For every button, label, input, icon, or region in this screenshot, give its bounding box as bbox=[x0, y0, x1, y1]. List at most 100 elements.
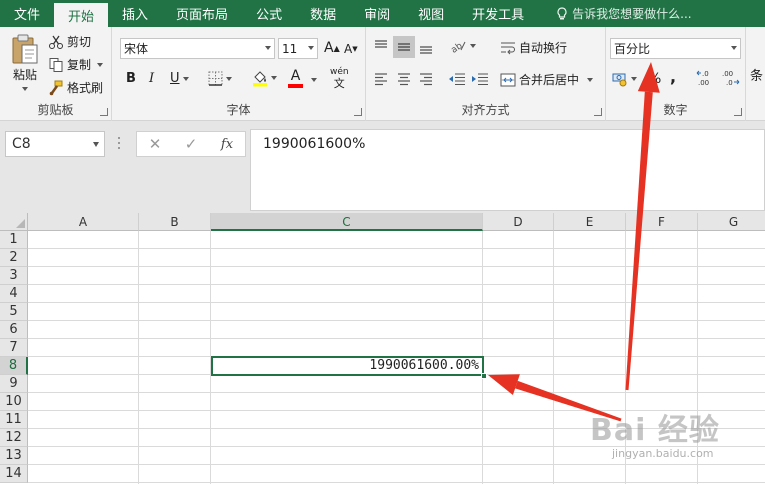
dialog-launcher-icon[interactable] bbox=[734, 108, 742, 116]
row-header-8[interactable]: 8 bbox=[0, 357, 28, 375]
increase-decimal-icon[interactable]: .0.00 bbox=[696, 69, 716, 87]
align-right-icon[interactable] bbox=[418, 71, 434, 87]
row-header-11[interactable]: 11 bbox=[0, 411, 28, 429]
decrease-indent-icon[interactable] bbox=[448, 71, 466, 87]
ribbon-home: 粘贴 剪切 复制 格式刷 剪贴板 宋体 11 A ▲ A ▼ B I U A w… bbox=[0, 27, 765, 121]
tab-home[interactable]: 开始 bbox=[54, 3, 109, 27]
decrease-decimal-icon[interactable]: .00.0 bbox=[720, 69, 740, 87]
chevron-down-icon bbox=[731, 46, 737, 50]
tab-data[interactable]: 数据 bbox=[296, 0, 350, 27]
conditional-format-button[interactable]: 条 bbox=[750, 65, 763, 84]
select-all-corner[interactable] bbox=[0, 213, 28, 231]
formula-bar-grip[interactable] bbox=[118, 137, 121, 151]
row-header-12[interactable]: 12 bbox=[0, 429, 28, 447]
row-header-10[interactable]: 10 bbox=[0, 393, 28, 411]
tell-me-box[interactable]: 告诉我您想要做什么... bbox=[538, 0, 692, 27]
column-header-e[interactable]: E bbox=[554, 213, 626, 231]
insert-function-icon[interactable]: fx bbox=[209, 137, 245, 152]
increase-indent-icon[interactable] bbox=[471, 71, 489, 87]
italic-button[interactable]: I bbox=[149, 71, 154, 86]
watermark-brand: Bai 经验 bbox=[590, 413, 720, 448]
row-header-5[interactable]: 5 bbox=[0, 303, 28, 321]
format-painter-button[interactable]: 格式刷 bbox=[48, 79, 103, 96]
grid-row-line bbox=[28, 248, 765, 249]
column-header-a[interactable]: A bbox=[28, 213, 139, 231]
percent-style-button[interactable]: % bbox=[648, 71, 661, 87]
merge-center-button[interactable]: 合并后居中 bbox=[500, 71, 594, 88]
tell-me-text: 告诉我您想要做什么... bbox=[572, 7, 692, 21]
fill-color-button[interactable] bbox=[252, 69, 277, 87]
font-group-label: 字体 bbox=[226, 103, 251, 117]
align-center-icon[interactable] bbox=[396, 71, 412, 87]
tab-file[interactable]: 文件 bbox=[0, 0, 54, 27]
alignment-group-label: 对齐方式 bbox=[461, 103, 510, 117]
dialog-launcher-icon[interactable] bbox=[354, 108, 362, 116]
chevron-down-icon[interactable] bbox=[311, 78, 317, 82]
row-header-13[interactable]: 13 bbox=[0, 447, 28, 465]
tab-view[interactable]: 视图 bbox=[404, 0, 458, 27]
chevron-down-icon bbox=[271, 76, 277, 80]
row-header-1[interactable]: 1 bbox=[0, 231, 28, 249]
row-header-7[interactable]: 7 bbox=[0, 339, 28, 357]
font-size-combo[interactable]: 11 bbox=[278, 38, 318, 59]
align-left-icon[interactable] bbox=[373, 71, 389, 87]
tab-insert[interactable]: 插入 bbox=[108, 0, 162, 27]
comma-style-button[interactable]: , bbox=[670, 67, 676, 86]
tab-developer[interactable]: 开发工具 bbox=[458, 0, 538, 27]
shrink-font-button[interactable]: A ▼ bbox=[344, 42, 358, 56]
grid-row-line bbox=[28, 284, 765, 285]
enter-icon[interactable]: ✓ bbox=[173, 135, 209, 153]
active-cell-c8[interactable]: 1990061600.00% bbox=[211, 356, 484, 376]
align-bottom-icon[interactable] bbox=[418, 39, 434, 55]
cut-button[interactable]: 剪切 bbox=[48, 33, 91, 50]
font-color-swatch bbox=[288, 84, 303, 88]
cancel-icon[interactable]: ✕ bbox=[137, 135, 173, 153]
tab-review[interactable]: 审阅 bbox=[350, 0, 404, 27]
phonetic-guide-button[interactable]: wén 文 bbox=[330, 67, 349, 89]
bold-button[interactable]: B bbox=[126, 71, 136, 86]
orientation-button[interactable]: ab bbox=[449, 38, 476, 54]
font-color-button[interactable]: A bbox=[288, 69, 303, 88]
paint-bucket-icon bbox=[253, 71, 267, 87]
tab-formulas[interactable]: 公式 bbox=[242, 0, 296, 27]
grid-row-line bbox=[28, 266, 765, 267]
number-group-label: 数字 bbox=[663, 103, 688, 117]
font-name-combo[interactable]: 宋体 bbox=[120, 38, 275, 59]
copy-button[interactable]: 复制 bbox=[48, 56, 104, 73]
underline-button[interactable]: U bbox=[170, 71, 189, 86]
grow-font-button[interactable]: A ▲ bbox=[324, 40, 340, 56]
name-box[interactable]: C8 bbox=[5, 131, 105, 157]
column-header-c[interactable]: C bbox=[211, 213, 483, 231]
borders-button[interactable] bbox=[208, 71, 232, 86]
phonetic-bottom: 文 bbox=[333, 77, 345, 90]
row-header-14[interactable]: 14 bbox=[0, 465, 28, 483]
watermark: Bai 经验 jingyan.baidu.com bbox=[590, 405, 720, 460]
align-top-icon[interactable] bbox=[373, 38, 389, 54]
column-header-g[interactable]: G bbox=[698, 213, 765, 231]
paste-button[interactable]: 粘贴 bbox=[6, 33, 44, 91]
number-format-combo[interactable]: 百分比 bbox=[610, 38, 741, 59]
row-header-2[interactable]: 2 bbox=[0, 249, 28, 267]
row-header-9[interactable]: 9 bbox=[0, 375, 28, 393]
fill-handle[interactable] bbox=[481, 373, 487, 379]
row-header-6[interactable]: 6 bbox=[0, 321, 28, 339]
grid-row-line bbox=[28, 392, 765, 393]
tab-page-layout[interactable]: 页面布局 bbox=[162, 0, 242, 27]
wrap-text-button[interactable]: 自动换行 bbox=[500, 39, 567, 56]
formula-input[interactable]: 1990061600% bbox=[250, 129, 765, 211]
column-header-b[interactable]: B bbox=[139, 213, 211, 231]
accounting-format-button[interactable] bbox=[612, 71, 637, 87]
group-clipboard: 粘贴 剪切 复制 格式刷 剪贴板 bbox=[0, 27, 112, 121]
chevron-down-icon bbox=[470, 44, 476, 48]
column-header-d[interactable]: D bbox=[483, 213, 554, 231]
dialog-launcher-icon[interactable] bbox=[594, 108, 602, 116]
grid-row-line bbox=[28, 464, 765, 465]
borders-icon bbox=[208, 71, 223, 86]
grid-row-line bbox=[28, 320, 765, 321]
row-header-3[interactable]: 3 bbox=[0, 267, 28, 285]
chevron-down-icon bbox=[587, 77, 594, 82]
column-header-f[interactable]: F bbox=[626, 213, 698, 231]
dialog-launcher-icon[interactable] bbox=[100, 108, 108, 116]
formula-buttons: ✕ ✓ fx bbox=[136, 131, 246, 157]
row-header-4[interactable]: 4 bbox=[0, 285, 28, 303]
